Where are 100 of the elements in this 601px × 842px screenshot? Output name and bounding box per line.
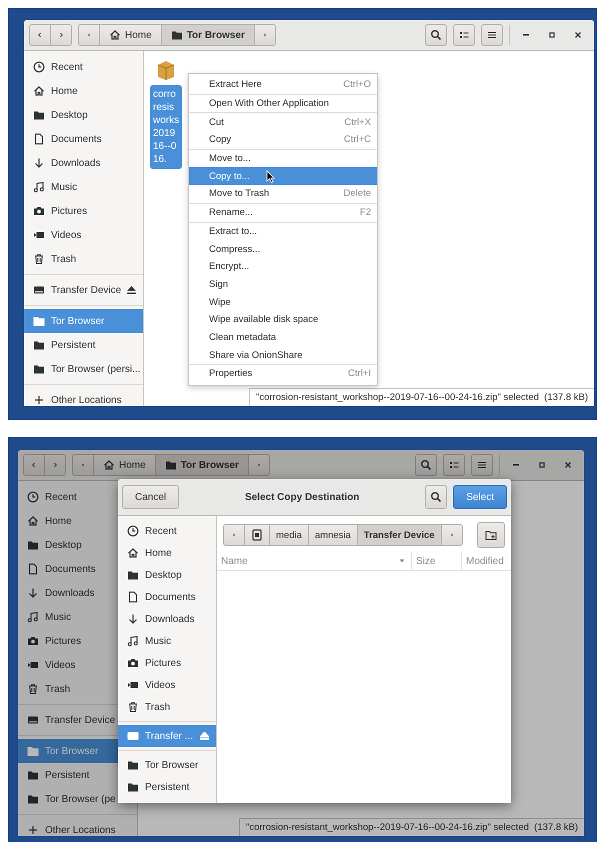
path-segment[interactable]: amnesia — [308, 524, 358, 546]
camera-icon — [127, 657, 139, 669]
home-icon — [33, 85, 45, 97]
menu-item[interactable]: Extract Here Ctrl+O — [189, 76, 377, 94]
menu-item[interactable]: Move to... — [189, 150, 377, 168]
menu-item[interactable]: Sign — [189, 276, 377, 294]
path-segment[interactable]: Tor Browser — [160, 24, 255, 46]
menu-item[interactable]: Compress... — [189, 240, 377, 258]
document-icon — [127, 591, 139, 603]
menu-item[interactable]: Wipe — [189, 293, 377, 311]
search-icon — [420, 459, 432, 471]
menu-item[interactable]: Rename... F2 — [189, 204, 377, 222]
minimize-icon — [513, 464, 519, 466]
path-segment[interactable]: media — [269, 524, 309, 546]
folder-icon — [127, 781, 139, 793]
trash-icon — [33, 253, 45, 265]
sidebar-item[interactable]: Desktop — [24, 103, 143, 127]
menu-button[interactable] — [471, 454, 493, 476]
path-segment[interactable]: Tor Browser — [154, 454, 249, 476]
folder-icon — [27, 769, 39, 781]
folder-icon — [27, 745, 39, 757]
menu-item[interactable]: Open With Other Application — [189, 94, 377, 112]
folder-icon — [33, 109, 45, 121]
sidebar-item[interactable]: Music — [24, 175, 143, 199]
document-icon — [27, 563, 39, 575]
sidebar-item[interactable]: Other Locations — [18, 818, 137, 836]
menu-item[interactable]: Copy Ctrl+C — [189, 131, 377, 149]
status-text: "corrosion-resistant_workshop--2019-07-16--00-24-16.zip" selected (137.8 kB) — [238, 818, 584, 836]
download-icon — [33, 157, 45, 169]
new-folder-icon — [485, 529, 497, 541]
music-icon — [127, 635, 139, 647]
search-button[interactable] — [415, 454, 437, 476]
sidebar-item[interactable]: Pictures — [24, 199, 143, 223]
close-icon — [563, 460, 573, 470]
sidebar-item[interactable]: Other Locations — [24, 388, 143, 406]
folder-icon — [127, 759, 139, 771]
sidebar-item[interactable]: Persistent — [24, 333, 143, 357]
view-options-button[interactable] — [453, 24, 475, 46]
trash-icon — [27, 683, 39, 695]
menu-item[interactable]: Wipe available disk space — [189, 310, 377, 329]
sidebar-item[interactable]: Home — [24, 79, 143, 103]
folder-icon — [33, 315, 45, 327]
status-text: "corrosion-resistant_workshop--2019-07-16--00-24-16.zip" selected (137.8 kB) — [248, 388, 594, 406]
cancel-button[interactable]: Cancel — [122, 485, 180, 509]
sidebar-item[interactable]: Tor Browser (persi... — [24, 357, 143, 381]
folder-icon — [170, 29, 183, 41]
home-icon — [27, 515, 39, 527]
mouse-pointer-icon — [266, 170, 275, 184]
chevron-icon — [51, 460, 59, 470]
dialog-title: Select Copy Destination — [244, 492, 360, 502]
menu-item[interactable]: Share via OnionShare — [189, 346, 377, 364]
sidebar-item[interactable]: Trash — [24, 247, 143, 271]
menu-item[interactable]: Clean metadata — [189, 328, 377, 346]
chevron-icon — [30, 460, 38, 470]
search-button[interactable] — [425, 24, 447, 46]
document-icon — [33, 133, 45, 145]
video-camera-icon — [27, 659, 39, 671]
chevron-icon — [57, 30, 65, 40]
minimize-icon — [523, 34, 529, 36]
home-icon — [127, 547, 139, 559]
clock-icon — [27, 491, 39, 503]
path-segment[interactable]: Transfer Device — [356, 524, 442, 546]
menu-icon — [476, 459, 488, 471]
video-camera-icon — [127, 679, 139, 691]
menu-item[interactable]: Extract to... — [189, 222, 377, 240]
eject-icon[interactable] — [127, 286, 136, 294]
close-icon — [573, 30, 583, 40]
search-button[interactable] — [425, 485, 448, 509]
sidebar-item[interactable]: Documents — [24, 127, 143, 151]
search-icon — [430, 491, 442, 503]
list-view-icon — [448, 459, 460, 471]
maximize-icon — [537, 460, 547, 470]
view-options-button[interactable] — [443, 454, 465, 476]
list-view-icon — [458, 29, 470, 41]
new-folder-button[interactable] — [477, 522, 505, 548]
menu-item[interactable]: Move to Trash Delete — [189, 185, 377, 203]
path-segment[interactable]: Home — [93, 454, 156, 476]
menu-icon — [486, 29, 498, 41]
drive-icon — [127, 730, 139, 742]
menu-button[interactable] — [481, 24, 503, 46]
folder-icon — [27, 539, 39, 551]
menu-item[interactable]: Cut Ctrl+X — [189, 113, 377, 132]
menu-item[interactable]: Encrypt... — [189, 258, 377, 276]
clock-icon — [33, 61, 45, 73]
menu-item[interactable]: Properties Ctrl+I — [189, 365, 377, 383]
search-icon — [430, 29, 442, 41]
folder-icon — [33, 363, 45, 375]
sidebar-item[interactable]: Videos — [24, 223, 143, 247]
video-camera-icon — [33, 229, 45, 241]
folder-icon — [127, 569, 139, 581]
chevron-icon — [36, 30, 44, 40]
maximize-icon — [547, 30, 557, 40]
trash-icon — [127, 701, 139, 713]
path-segment[interactable] — [244, 524, 270, 546]
sidebar-item[interactable]: Recent — [24, 55, 143, 79]
folder-icon — [164, 459, 177, 471]
path-segment[interactable]: Home — [99, 24, 162, 46]
sidebar-item[interactable]: Downloads — [24, 151, 143, 175]
sidebar-item[interactable]: Transfer Device — [24, 278, 143, 302]
download-icon — [27, 587, 39, 599]
